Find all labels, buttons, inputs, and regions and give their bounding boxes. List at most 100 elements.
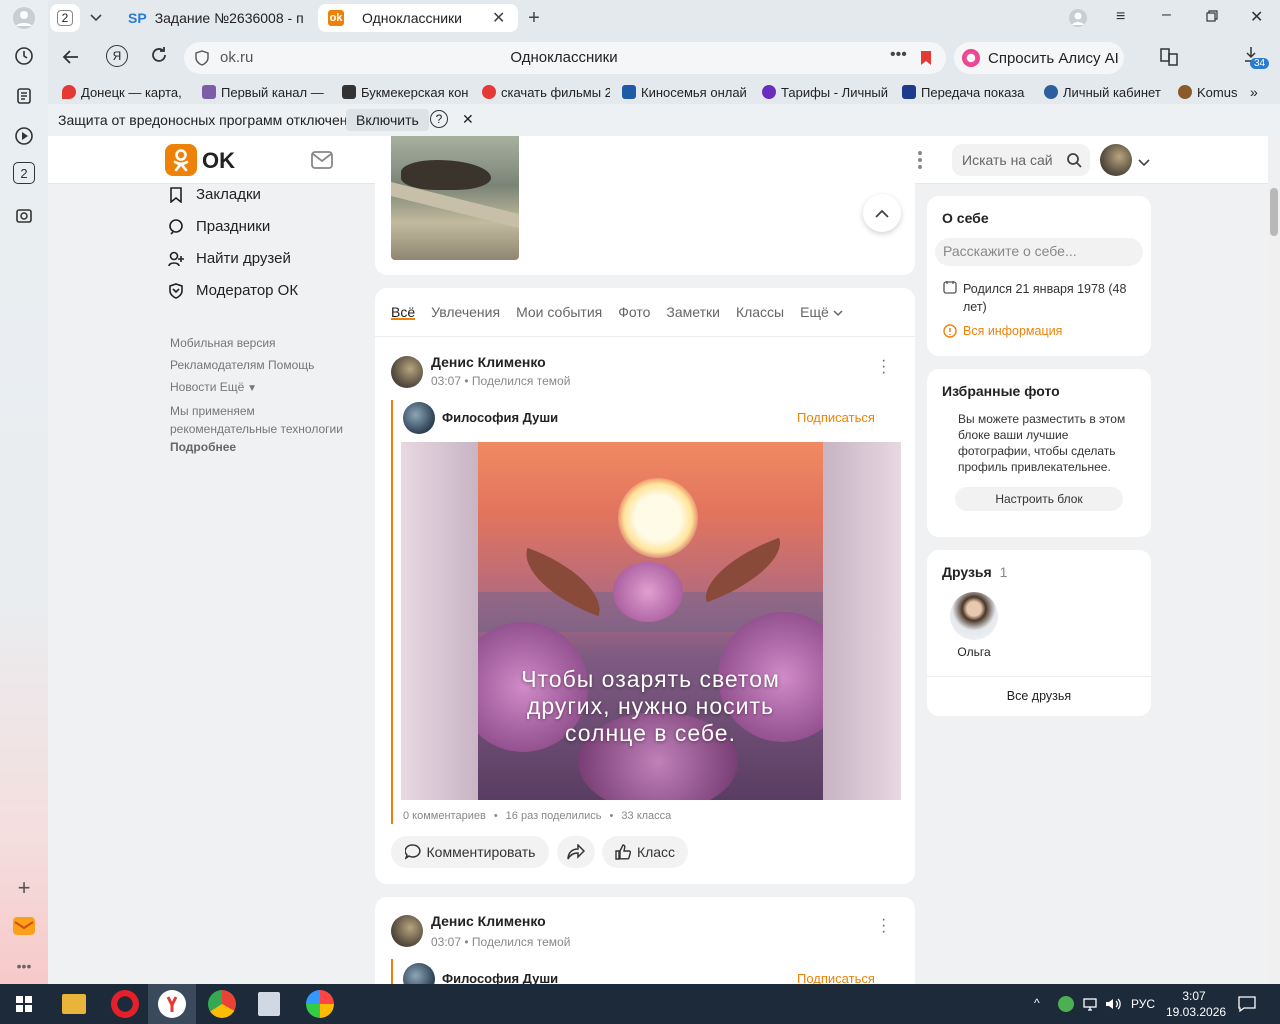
configure-block-button[interactable]: Настроить блок <box>955 487 1123 511</box>
page-scrollbar[interactable] <box>1268 184 1280 984</box>
share-button[interactable] <box>557 836 595 868</box>
tab-photo[interactable]: Фото <box>618 304 650 324</box>
file-explorer-icon[interactable] <box>62 994 86 1014</box>
comment-button[interactable]: Комментировать <box>391 836 549 868</box>
all-friends-link[interactable]: Все друзья <box>927 689 1151 703</box>
url-text[interactable]: ok.ru <box>220 49 253 66</box>
network-icon[interactable] <box>1082 996 1098 1017</box>
menu-item-find-friends[interactable]: Найти друзей <box>168 250 291 267</box>
group-avatar[interactable] <box>403 402 435 434</box>
scroll-up-button[interactable] <box>863 194 901 232</box>
post-options-icon[interactable]: · · · <box>881 353 886 381</box>
tray-chevron-icon[interactable]: ^ <box>1034 996 1040 1010</box>
page-menu-icon[interactable]: ••• <box>890 46 907 64</box>
tab-counter[interactable]: 2 <box>50 4 80 32</box>
collections-icon[interactable] <box>10 82 38 110</box>
tab-task[interactable]: SP Задание №2636008 - про <box>118 4 314 32</box>
bookmark-item[interactable]: Komus <box>1178 83 1240 101</box>
screenshot-icon[interactable] <box>10 202 38 230</box>
more-link[interactable]: Ещё <box>220 380 245 394</box>
caret-down-icon[interactable]: ▼ <box>244 383 257 394</box>
post-author[interactable]: Денис Клименко <box>431 354 546 370</box>
account-icon[interactable] <box>1068 8 1088 33</box>
restore-icon[interactable] <box>1206 9 1218 27</box>
details-link[interactable]: Подробнее <box>170 438 360 456</box>
friend-name[interactable]: Ольга <box>942 645 1006 659</box>
previous-post-image[interactable] <box>391 136 519 260</box>
history-icon[interactable] <box>10 42 38 70</box>
tab-notes[interactable]: Заметки <box>666 304 720 324</box>
language-indicator[interactable]: РУС <box>1131 997 1155 1011</box>
address-field[interactable]: ok.ru Одноклассники ••• <box>184 42 946 74</box>
color-app-icon[interactable] <box>306 990 334 1018</box>
group-avatar[interactable] <box>403 963 435 984</box>
yandex-icon[interactable]: Я <box>106 45 128 67</box>
menu-item-moderator[interactable]: Модератор ОК <box>168 282 298 299</box>
close-window-icon[interactable]: ✕ <box>1250 7 1263 27</box>
bookmark-item[interactable]: Донецк — карта, <box>62 83 190 101</box>
notifications-center-icon[interactable] <box>1238 995 1256 1018</box>
profile-icon[interactable] <box>10 4 38 32</box>
tab-my-events[interactable]: Мои события <box>516 304 602 324</box>
all-info-link[interactable]: Вся информация <box>963 324 1062 338</box>
video-icon[interactable] <box>10 122 38 150</box>
more-icon[interactable]: ••• <box>10 952 38 980</box>
ok-logo-text[interactable]: OK <box>202 148 235 174</box>
reload-icon[interactable] <box>150 46 168 69</box>
messages-icon[interactable] <box>310 148 334 172</box>
enable-protection-button[interactable]: Включить <box>346 109 429 131</box>
clock[interactable]: 3:07 19.03.2026 <box>1166 988 1226 1020</box>
tabs-dropdown-icon[interactable] <box>82 4 110 32</box>
tray-app-icon[interactable] <box>1058 996 1074 1012</box>
bookmark-page-icon[interactable] <box>920 50 932 71</box>
user-avatar[interactable] <box>1100 144 1132 176</box>
add-panel-icon[interactable]: + <box>10 874 38 902</box>
author-avatar[interactable] <box>391 356 423 388</box>
like-button[interactable]: Класс <box>602 836 688 868</box>
group-name[interactable]: Философия Души <box>442 971 558 984</box>
post-author[interactable]: Денис Клименко <box>431 913 546 929</box>
chevron-down-icon[interactable] <box>1138 154 1150 172</box>
bookmark-item[interactable]: Первый канал — <box>202 83 330 101</box>
ok-logo-icon[interactable] <box>165 144 197 176</box>
close-notice-icon[interactable]: ✕ <box>462 111 474 128</box>
scrollbar-thumb[interactable] <box>1270 188 1278 236</box>
bookmark-item[interactable]: скачать фильмы 2 <box>482 83 610 101</box>
tab-likes[interactable]: Классы <box>736 304 784 324</box>
bookmark-item[interactable]: Передача показа <box>902 83 1030 101</box>
bookmark-item[interactable]: Киносемья онлай <box>622 83 750 101</box>
likes-count[interactable]: 33 класса <box>621 810 671 822</box>
post-options-icon[interactable]: · · · <box>881 912 886 940</box>
app-icon[interactable] <box>258 992 280 1016</box>
minimize-icon[interactable]: – <box>1162 6 1171 24</box>
chrome-icon[interactable] <box>208 990 236 1018</box>
extensions-icon[interactable] <box>1160 48 1178 71</box>
tab-more[interactable]: Ещё <box>800 304 843 324</box>
bookmark-item[interactable]: Букмекерская кон <box>342 83 470 101</box>
shares-count[interactable]: 16 раз поделились <box>506 810 602 822</box>
help-icon[interactable]: ? <box>430 110 448 128</box>
windows-start-icon[interactable] <box>16 996 32 1017</box>
search-icon[interactable] <box>1066 152 1082 173</box>
mobile-version-link[interactable]: Мобильная версия <box>170 332 360 354</box>
volume-icon[interactable] <box>1104 996 1122 1017</box>
menu-icon[interactable]: ≡ <box>1116 8 1125 26</box>
group-name[interactable]: Философия Души <box>442 410 558 425</box>
news-link[interactable]: Новости <box>170 380 216 394</box>
help-link[interactable]: Помощь <box>268 358 314 372</box>
subscribe-button[interactable]: Подписаться <box>797 410 875 425</box>
author-avatar[interactable] <box>391 915 423 947</box>
subscribe-button[interactable]: Подписаться <box>797 971 875 984</box>
tab-hobbies[interactable]: Увлечения <box>431 304 500 324</box>
site-search-input[interactable]: Искать на сай <box>952 144 1090 176</box>
mail-app-icon[interactable] <box>10 912 38 940</box>
back-icon[interactable] <box>62 48 80 71</box>
post-image[interactable]: Чтобы озарять светом других, нужно носит… <box>401 442 901 800</box>
bookmarks-overflow-icon[interactable]: » <box>1250 83 1266 101</box>
comments-count[interactable]: 0 комментариев <box>403 810 486 822</box>
menu-item-holidays[interactable]: Праздники <box>168 218 270 235</box>
friend-avatar[interactable] <box>950 592 998 640</box>
close-tab-icon[interactable]: ✕ <box>492 8 505 28</box>
yandex-browser-task[interactable] <box>148 984 196 1024</box>
advertisers-link[interactable]: Рекламодателям <box>170 358 265 372</box>
